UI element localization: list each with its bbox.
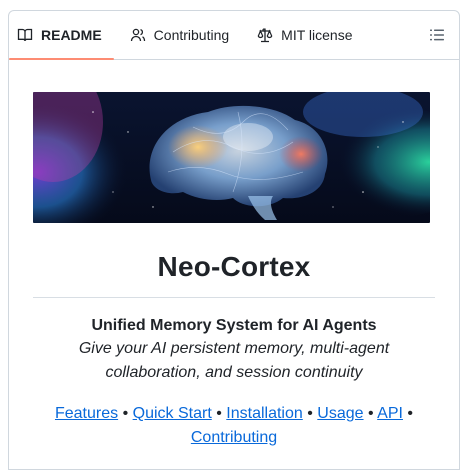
tab-readme[interactable]: README (9, 11, 114, 60)
page-title: Neo-Cortex (33, 251, 435, 298)
bullet-separator: • (307, 405, 313, 422)
list-unordered-icon[interactable] (427, 25, 447, 45)
link-installation[interactable]: Installation (226, 405, 303, 422)
book-icon (17, 27, 33, 43)
link-contributing[interactable]: Contributing (191, 429, 277, 446)
link-api[interactable]: API (377, 405, 403, 422)
readme-subtitle: Unified Memory System for AI Agents (91, 317, 377, 334)
readme-panel: README Contributing MIT license Neo-Cort… (8, 10, 460, 470)
readme-content: Neo-Cortex Unified Memory System for AI … (9, 60, 459, 450)
law-scale-icon (257, 27, 273, 43)
bullet-separator: • (216, 405, 222, 422)
bullet-separator: • (368, 405, 374, 422)
tab-label: Contributing (153, 27, 230, 43)
people-icon (130, 27, 146, 43)
link-features[interactable]: Features (55, 405, 118, 422)
brain-banner-image (33, 92, 430, 223)
readme-tagline: Give your AI persistent memory, multi-ag… (78, 340, 390, 381)
tab-label: README (41, 27, 102, 43)
link-quick-start[interactable]: Quick Start (133, 405, 212, 422)
bullet-separator: • (407, 405, 414, 422)
tab-contributing[interactable]: Contributing (122, 11, 242, 59)
readme-tab-bar: README Contributing MIT license (9, 11, 459, 60)
tab-label: MIT license (281, 27, 353, 43)
bullet-separator: • (122, 405, 129, 422)
tab-mit-license[interactable]: MIT license (249, 11, 364, 59)
readme-nav-links: Features • Quick Start • Installation • … (33, 402, 435, 450)
link-usage[interactable]: Usage (317, 405, 363, 422)
